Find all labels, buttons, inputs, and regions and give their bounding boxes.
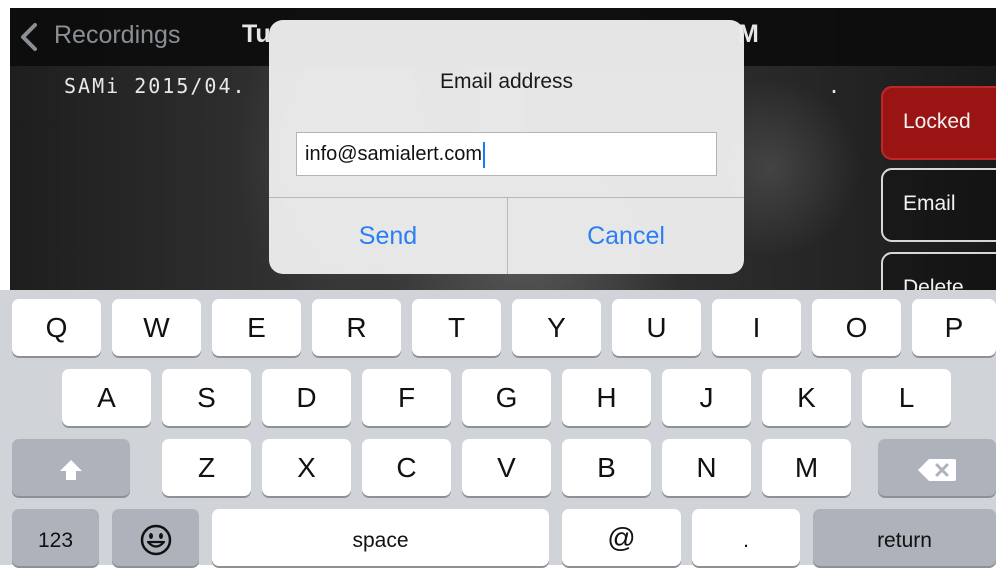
key-e[interactable]: E — [212, 299, 301, 356]
send-button[interactable]: Send — [269, 198, 507, 274]
return-key-label: return — [877, 529, 932, 552]
cancel-button[interactable]: Cancel — [508, 198, 744, 274]
key-k[interactable]: K — [762, 369, 851, 426]
key-r[interactable]: R — [312, 299, 401, 356]
space-key[interactable]: space — [212, 509, 549, 566]
key-i[interactable]: I — [712, 299, 801, 356]
video-timestamp-overlay: SAMi 2015/04. — [64, 74, 247, 98]
email-button[interactable]: Email — [881, 168, 996, 242]
numbers-key-label: 123 — [37, 529, 74, 552]
key-y[interactable]: Y — [512, 299, 601, 356]
chevron-left-icon[interactable] — [18, 22, 40, 52]
email-alert-dialog: Email address info@samialert.com Send Ca… — [269, 20, 744, 274]
dot-key[interactable]: . — [692, 509, 800, 566]
at-key[interactable]: @ — [562, 509, 681, 566]
key-q[interactable]: Q — [12, 299, 101, 356]
key-s[interactable]: S — [162, 369, 251, 426]
emoji-icon — [140, 524, 171, 555]
nav-title-fragment-left: Tu — [242, 20, 271, 48]
key-h[interactable]: H — [562, 369, 651, 426]
backspace-key[interactable] — [878, 439, 996, 496]
key-z[interactable]: Z — [162, 439, 251, 496]
key-d[interactable]: D — [262, 369, 351, 426]
numbers-key[interactable]: 123 — [12, 509, 99, 566]
text-caret — [483, 141, 486, 168]
key-b[interactable]: B — [562, 439, 651, 496]
key-c[interactable]: C — [362, 439, 451, 496]
key-l[interactable]: L — [862, 369, 951, 426]
email-input-value: info@samialert.com — [305, 143, 483, 165]
backspace-icon — [918, 458, 956, 481]
key-u[interactable]: U — [612, 299, 701, 356]
key-n[interactable]: N — [662, 439, 751, 496]
space-key-label: space — [352, 529, 409, 552]
dot-key-label: . — [743, 529, 749, 552]
shift-icon — [60, 459, 82, 480]
locked-button[interactable]: Locked — [881, 86, 996, 160]
shift-key[interactable] — [12, 439, 130, 496]
back-button[interactable]: Recordings — [54, 21, 180, 50]
video-overlay-text-right: . — [828, 74, 841, 98]
key-o[interactable]: O — [812, 299, 901, 356]
alert-title: Email address — [439, 70, 574, 93]
key-w[interactable]: W — [112, 299, 201, 356]
on-screen-keyboard: Q W E R T Y U I O P A S D F G H J K L Z … — [0, 290, 996, 566]
key-p[interactable]: P — [912, 299, 996, 356]
key-j[interactable]: J — [662, 369, 751, 426]
key-a[interactable]: A — [62, 369, 151, 426]
key-m[interactable]: M — [762, 439, 851, 496]
return-key[interactable]: return — [813, 509, 996, 566]
key-t[interactable]: T — [412, 299, 501, 356]
key-f[interactable]: F — [362, 369, 451, 426]
email-input[interactable]: info@samialert.com — [296, 132, 717, 176]
emoji-key[interactable] — [112, 509, 199, 566]
key-g[interactable]: G — [462, 369, 551, 426]
key-x[interactable]: X — [262, 439, 351, 496]
delete-button[interactable]: Delete — [881, 252, 996, 290]
key-v[interactable]: V — [462, 439, 551, 496]
